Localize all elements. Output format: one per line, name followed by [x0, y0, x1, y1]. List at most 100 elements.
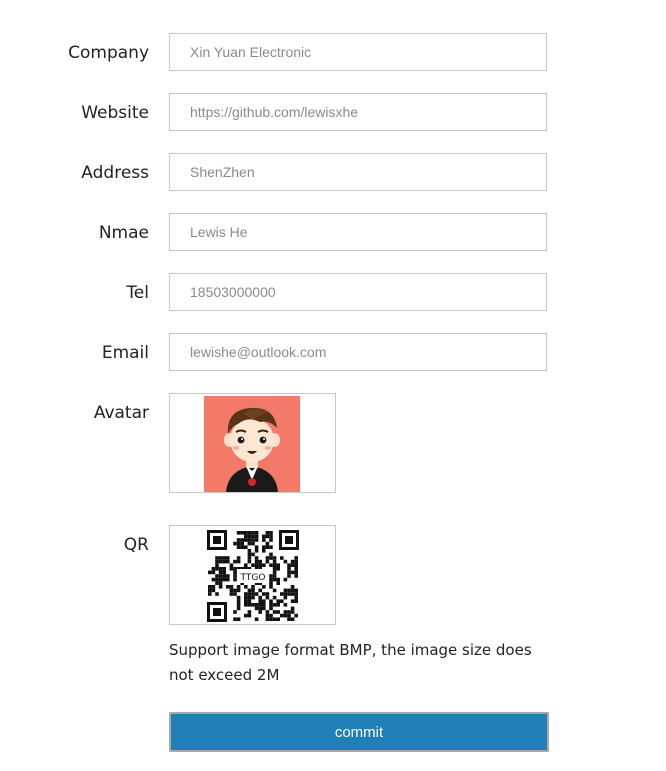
- qr-upload-box[interactable]: TTGO: [169, 525, 336, 625]
- qr-module: [290, 617, 295, 621]
- qr-module: [287, 567, 291, 571]
- qr-module: [272, 617, 277, 621]
- qr-module: [269, 545, 273, 549]
- qr-module: [244, 563, 248, 567]
- qr-module: [229, 588, 234, 593]
- qr-module: [222, 570, 226, 575]
- qr-module: [229, 563, 234, 567]
- company-input[interactable]: [169, 33, 547, 71]
- qr-module: [208, 588, 212, 593]
- qr-module: [290, 606, 295, 611]
- qr-module: [280, 613, 284, 618]
- qr-module: [276, 577, 280, 582]
- qr-module: [218, 556, 223, 560]
- qr-module: [287, 588, 291, 593]
- qr-module: [236, 559, 241, 564]
- avatar-upload-box[interactable]: [169, 393, 336, 493]
- qr-module: [258, 599, 262, 603]
- qr-module: [215, 581, 219, 585]
- qr-module: [294, 599, 298, 603]
- qr-module: [254, 606, 259, 611]
- qr-module: [218, 585, 223, 589]
- qr-module: [276, 617, 280, 621]
- qr-module: [247, 599, 252, 603]
- qr-module: [251, 592, 255, 596]
- qr-module: [283, 613, 288, 618]
- address-input[interactable]: [169, 153, 547, 191]
- tel-input[interactable]: [169, 273, 547, 311]
- upload-note: Support image format BMP, the image size…: [169, 641, 532, 684]
- qr-module: [287, 592, 291, 596]
- qr-module: [276, 567, 280, 571]
- qr-module: [272, 588, 277, 593]
- qr-module: [222, 556, 226, 560]
- qr-module: [244, 585, 248, 589]
- qr-module: [254, 559, 259, 564]
- qr-module: [254, 545, 259, 549]
- qr-module: [262, 603, 266, 607]
- qr-module: [265, 613, 270, 618]
- qr-module: [244, 592, 248, 596]
- qr-module: [233, 588, 237, 593]
- qr-module: [226, 574, 230, 578]
- qr-module: [265, 617, 270, 621]
- qr-module: [215, 559, 219, 564]
- qr-module: [233, 559, 237, 564]
- qr-module: [211, 577, 216, 582]
- qr-module: [287, 563, 291, 567]
- qr-module: [265, 595, 270, 600]
- qr-module: [262, 549, 266, 553]
- qr-module: [229, 592, 234, 596]
- qr-module: [269, 563, 273, 567]
- qr-module: [233, 570, 237, 575]
- qr-module: [254, 538, 259, 542]
- qr-module: [262, 585, 266, 589]
- qr-module: [208, 585, 212, 589]
- qr-module: [233, 567, 237, 571]
- qr-module: [276, 581, 280, 585]
- qr-module: [236, 541, 241, 546]
- qr-module: [218, 577, 223, 582]
- qr-module: [240, 541, 244, 546]
- qr-module: [269, 603, 273, 607]
- qr-module: [236, 585, 241, 589]
- qr-module: [258, 559, 262, 564]
- qr-module: [254, 592, 259, 596]
- qr-module: [247, 588, 252, 593]
- qr-module: [247, 559, 252, 564]
- qr-module: [215, 567, 219, 571]
- qr-module: [251, 552, 255, 557]
- qr-module: [226, 585, 230, 589]
- commit-button[interactable]: commit: [169, 712, 549, 752]
- qr-module: [233, 541, 237, 546]
- qr-module: [272, 603, 277, 607]
- qr-module: [240, 531, 244, 535]
- qr-module: [287, 617, 291, 621]
- qr-module: [269, 531, 273, 535]
- qr-module: [272, 563, 277, 567]
- qr-module: [254, 617, 259, 621]
- qr-module: [272, 610, 277, 614]
- qr-module: [244, 534, 248, 539]
- qr-module: [269, 556, 273, 560]
- qr-module: [244, 538, 248, 542]
- qr-module: [226, 559, 230, 564]
- qr-module: [208, 570, 212, 575]
- qr-module: [269, 538, 273, 542]
- qr-module: [290, 559, 295, 564]
- qr-module: [247, 592, 252, 596]
- qr-module: [247, 613, 252, 618]
- qr-module: [226, 577, 230, 582]
- qr-module: [258, 563, 262, 567]
- email-input[interactable]: [169, 333, 547, 371]
- qr-module: [283, 595, 288, 600]
- address-label: Address: [81, 163, 149, 183]
- qr-module: [254, 603, 259, 607]
- qr-module: [254, 549, 259, 553]
- name-input[interactable]: [169, 213, 547, 251]
- qr-module: [251, 585, 255, 589]
- qr-module: [218, 574, 223, 578]
- qr-module: [222, 567, 226, 571]
- website-input[interactable]: [169, 93, 547, 131]
- qr-module: [265, 531, 270, 535]
